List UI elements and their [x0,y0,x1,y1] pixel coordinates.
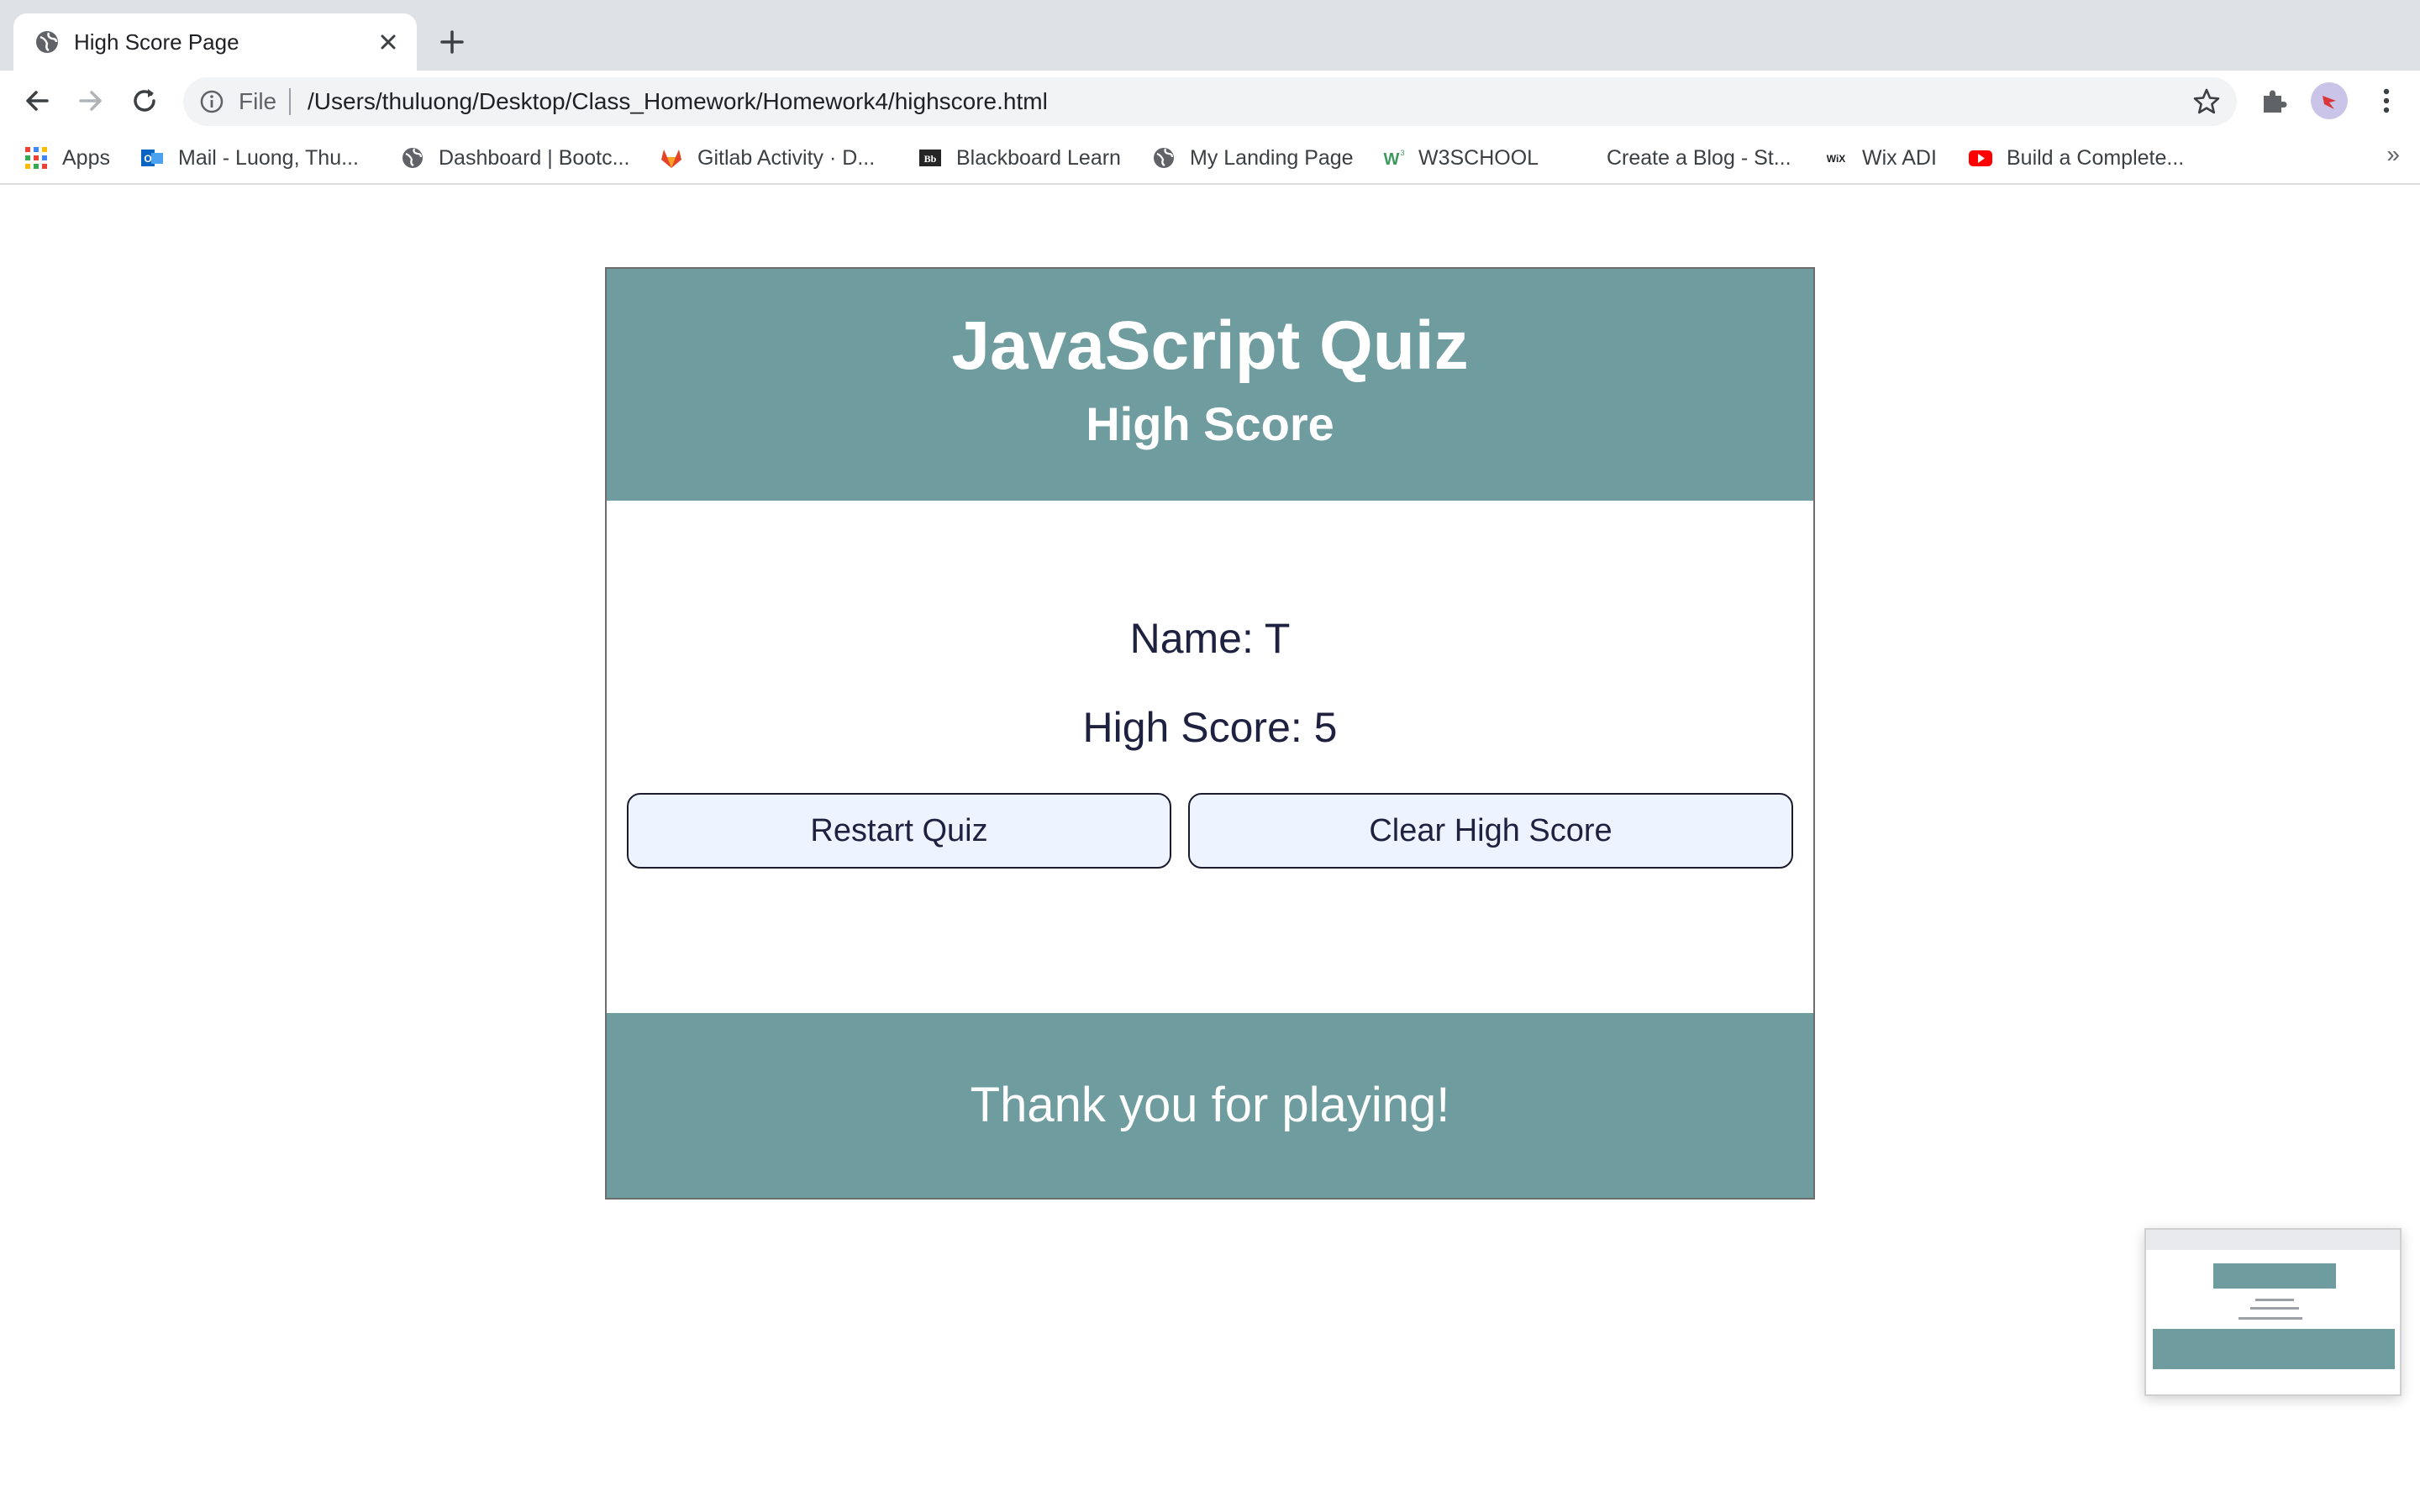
bookmark-star-icon[interactable] [2191,87,2222,117]
browser-tab[interactable]: High Score Page [13,13,417,71]
bookmark-label: W3SCHOOL [1418,145,1539,170]
player-name: Name: T [1129,615,1291,662]
thumbnail-footer-block [2153,1329,2395,1369]
url-text[interactable]: /Users/thuluong/Desktop/Class_Homework/H… [308,87,1048,117]
svg-text:W: W [1384,150,1400,169]
globe-icon [36,31,58,53]
address-bar[interactable]: File /Users/thuluong/Desktop/Class_Homew… [183,77,2237,126]
screenshot-thumbnail-preview[interactable] [2144,1228,2402,1396]
profile-avatar[interactable] [2311,82,2348,119]
bookmark-landing-page[interactable]: My Landing Page [1151,143,1354,173]
blank-icon [1568,145,1593,171]
restart-quiz-button[interactable]: Restart Quiz [627,793,1171,869]
clear-high-score-button[interactable]: Clear High Score [1188,793,1793,869]
bookmark-gitlab[interactable]: Gitlab Activity · D... [659,143,875,173]
gitlab-icon [661,150,681,168]
bookmark-apps[interactable]: Apps [24,143,110,173]
bookmark-label: Build a Complete... [2007,145,2185,170]
svg-text:3: 3 [1400,149,1404,157]
forward-arrow-icon[interactable] [74,84,108,118]
high-score-value: High Score: 5 [1082,704,1338,751]
bookmarks-bar: Apps O Mail - Luong, Thu... Dashboard | … [0,131,2420,185]
bookmark-label: Gitlab Activity · D... [697,145,876,170]
outlook-icon: O [141,150,163,166]
back-arrow-icon[interactable] [20,84,54,118]
bookmark-blackboard[interactable]: Bb Blackboard Learn [918,143,1121,173]
page-subtitle: High Score [1086,397,1334,450]
bookmark-create-blog[interactable]: Create a Blog - St... [1568,143,1791,173]
bookmark-label: Mail - Luong, Thu... [178,145,359,170]
blackboard-icon: Bb [919,150,941,166]
svg-text:Bb: Bb [924,153,937,165]
apps-grid-icon [25,147,47,169]
reload-icon[interactable] [128,84,161,118]
bookmark-wix[interactable]: WiX Wix ADI [1823,143,1937,173]
page-title: JavaScript Quiz [951,307,1469,384]
browser-toolbar: File /Users/thuluong/Desktop/Class_Homew… [0,71,2420,131]
bookmark-label: Blackboard Learn [956,145,1121,170]
bookmark-w3school[interactable]: W 3 W3SCHOOL [1380,143,1539,173]
omnibox-divider [289,88,291,115]
score-panel: Name: T High Score: 5 Restart Quiz Clear… [607,501,1813,1013]
quiz-header: JavaScript Quiz High Score [607,269,1813,501]
tab-title: High Score Page [74,29,239,55]
thumbnail-header-block [2213,1263,2336,1289]
w3schools-icon: W 3 [1384,149,1405,169]
bookmark-label: Wix ADI [1862,145,1937,170]
info-icon[interactable] [198,88,225,115]
tab-strip: High Score Page [0,0,2420,71]
close-icon[interactable] [375,29,402,55]
bookmark-label: Dashboard | Bootc... [439,145,630,170]
bird-avatar-icon [2323,96,2336,109]
wix-icon: WiX [1827,153,1846,165]
bookmarks-overflow-chevron-icon[interactable]: » [2386,141,2400,168]
bookmark-build-complete[interactable]: Build a Complete... [1968,143,2184,173]
thumbnail-browser-chrome [2146,1230,2400,1250]
url-scheme-label: File [239,88,277,114]
extensions-puzzle-icon[interactable] [2259,86,2289,116]
bookmark-dashboard[interactable]: Dashboard | Bootc... [400,143,629,173]
youtube-icon [1969,150,1992,166]
quiz-card: JavaScript Quiz High Score Name: T High … [605,267,1815,1200]
bookmark-label: Create a Blog - St... [1607,145,1791,170]
thumbnail-text-line [2255,1299,2294,1301]
svg-text:WiX: WiX [1827,153,1846,165]
kebab-menu-icon[interactable] [2370,84,2403,118]
globe-icon [1154,148,1174,168]
bookmark-label: My Landing Page [1190,145,1354,170]
globe-icon [402,148,423,168]
footer-message: Thank you for playing! [970,1078,1450,1132]
svg-text:O: O [144,153,151,165]
bookmark-label: Apps [62,145,110,170]
thumbnail-text-line [2250,1307,2299,1310]
bookmark-mail[interactable]: O Mail - Luong, Thu... [139,143,359,173]
thumbnail-text-line [2238,1317,2302,1320]
quiz-footer: Thank you for playing! [607,1013,1813,1198]
new-tab-plus-icon[interactable] [435,25,469,59]
